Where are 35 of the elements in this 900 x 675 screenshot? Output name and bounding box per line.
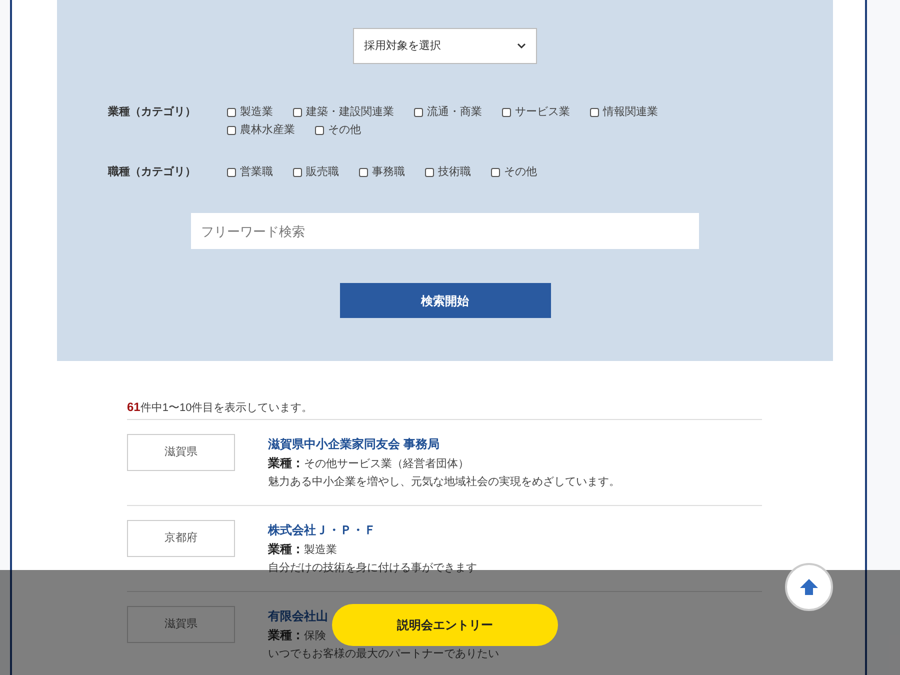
search-button[interactable]: 検索開始: [340, 283, 550, 318]
company-description: いつでもお客様の最大のパートナーでありたい: [268, 646, 499, 662]
industry-label: 業種：: [268, 456, 304, 470]
company-description: 魅力ある中小企業を増やし、元気な地域社会の実現をめざしています。: [268, 474, 620, 490]
industry-label: 業種：: [268, 542, 304, 556]
industry-text: その他サービス業（経営者団体）: [304, 458, 469, 470]
prefecture-tag: 滋賀県: [127, 434, 235, 470]
keyword-input[interactable]: フリーワード検索: [191, 213, 699, 249]
up-arrow-icon: [799, 578, 819, 596]
category-checkbox[interactable]: 情報関連業: [590, 103, 658, 121]
category-checkbox[interactable]: その他: [315, 121, 361, 139]
company-link[interactable]: 滋賀県中小企業家同友会 事務局: [268, 434, 620, 454]
filter-label: 業種（カテゴリ）: [107, 104, 197, 120]
industry-label: 業種：: [268, 628, 304, 642]
result-count: 61: [127, 400, 140, 414]
chevron-down-icon: [517, 43, 526, 49]
category-checkbox[interactable]: 建築・建設関連業: [293, 103, 394, 121]
category-checkbox[interactable]: 営業職: [227, 163, 273, 181]
category-checkbox[interactable]: その他: [491, 163, 537, 181]
prefecture-tag: 滋賀県: [127, 606, 235, 642]
filter-label: 職種（カテゴリ）: [106, 164, 197, 180]
industry-text: 製造業: [304, 544, 337, 556]
category-checkbox[interactable]: 流通・商業: [414, 103, 482, 121]
category-checkbox[interactable]: 農林水産業: [227, 121, 295, 139]
category-checkbox[interactable]: 販売職: [293, 163, 339, 181]
target-select[interactable]: 採用対象を選択: [353, 28, 537, 64]
category-checkbox[interactable]: 技術職: [425, 163, 471, 181]
industry-text: 保険: [304, 630, 326, 642]
result-summary: 件中1〜10件目を表示しています。: [140, 402, 313, 414]
entry-button[interactable]: 説明会エントリー: [332, 604, 558, 646]
category-checkbox[interactable]: 製造業: [227, 103, 273, 121]
company-link[interactable]: 株式会社Ｊ・Ｐ・Ｆ: [268, 520, 477, 540]
prefecture-tag: 京都府: [127, 520, 235, 556]
category-checkbox[interactable]: 事務職: [359, 163, 405, 181]
category-checkbox[interactable]: サービス業: [502, 103, 570, 121]
